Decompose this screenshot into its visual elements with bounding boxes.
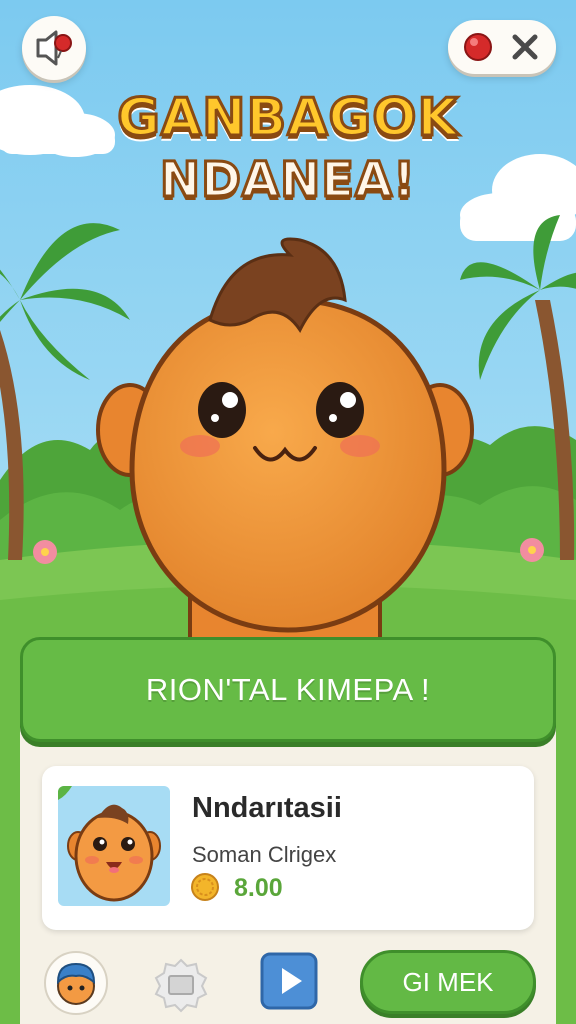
avatar-icon[interactable]	[42, 950, 110, 1016]
sound-button[interactable]	[22, 16, 86, 80]
flower-left	[33, 540, 57, 564]
item-title: Nndarıtasii	[192, 792, 342, 824]
item-thumbnail	[58, 786, 170, 906]
play-icon[interactable]	[260, 952, 318, 1010]
item-price: 8.00	[234, 874, 283, 902]
title-line-2: NDANEA!	[158, 152, 417, 208]
red-record-icon[interactable]	[462, 31, 494, 63]
item-subtitle: Soman Clrigex	[192, 842, 337, 867]
item-card[interactable]: Nndarıtasii Soman Clrigex 8.00	[42, 766, 534, 930]
ticket-icon[interactable]	[152, 956, 210, 1014]
character-thumbnail-icon	[58, 786, 161, 902]
top-right-controls	[448, 20, 556, 74]
banner-label: RION'TAL KIMEPA !	[145, 671, 431, 707]
coin-icon	[191, 873, 219, 901]
close-icon[interactable]	[510, 32, 540, 62]
speaker-icon	[36, 30, 72, 66]
flower-right	[520, 538, 544, 562]
title-line-1: GANBAGOK	[116, 88, 460, 148]
go-button[interactable]: GI MEK	[360, 950, 536, 1014]
action-banner[interactable]: RION'TAL KIMEPA !	[20, 637, 556, 742]
game-title: GANBAGOK NDANEA!	[0, 88, 576, 208]
